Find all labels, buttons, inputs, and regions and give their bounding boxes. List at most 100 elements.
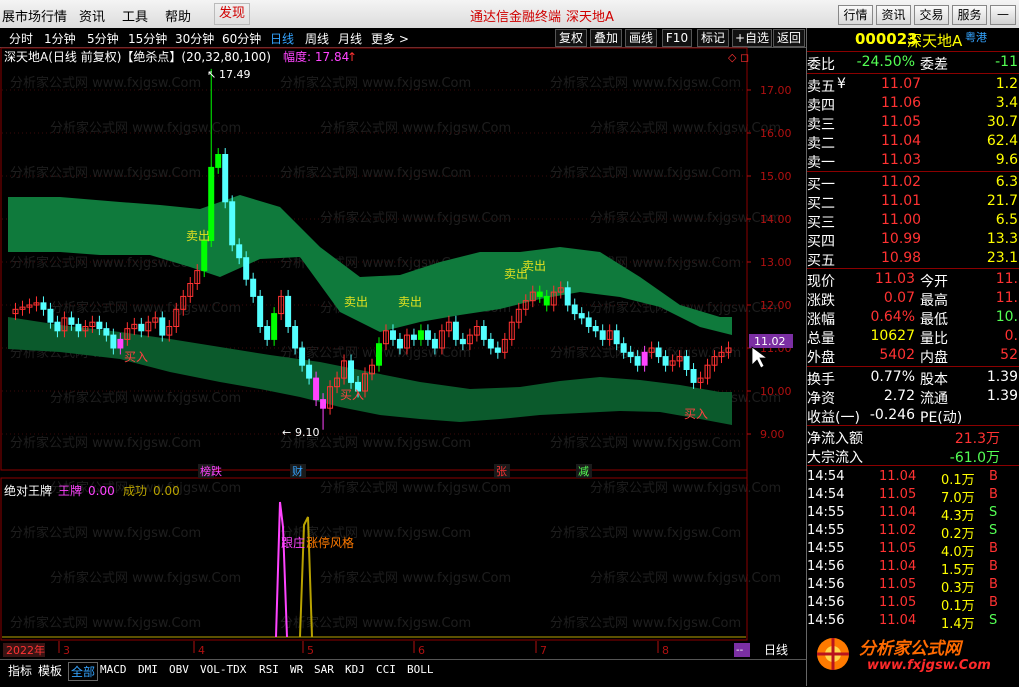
adjust-button[interactable]: 复权 [555, 29, 587, 47]
stat-row: 涨跌 0.07 最高 11. [807, 289, 1019, 309]
ask-row: 卖四 11.06 3.4 [807, 94, 1019, 114]
date-tick-label: 8 [662, 644, 669, 657]
stat-value-2: 52 [1000, 347, 1018, 363]
indicator-tab[interactable]: DMI [138, 663, 158, 676]
candle-body [68, 317, 75, 325]
period-5min[interactable]: 5分钟 [87, 30, 119, 47]
stat-value-2: 11. [995, 271, 1018, 287]
indicator-tab[interactable]: VOL-TDX [200, 663, 246, 676]
candle-body [375, 343, 382, 366]
tick-side: B [989, 595, 998, 610]
info-button[interactable]: 资讯 [876, 5, 911, 25]
market-badge[interactable]: 粤港 [965, 29, 987, 45]
candle-body [585, 317, 592, 327]
candle-body [641, 351, 648, 366]
price-tick-label: 16.00 [760, 127, 792, 140]
candle-body [75, 323, 82, 332]
order-ratio-row: 委比 -24.50% 委差 -11 [807, 53, 1019, 73]
period-weekly[interactable]: 周线 [305, 30, 329, 47]
period-1min[interactable]: 1分钟 [44, 30, 76, 47]
indicator-field-value-2: 0.00 [153, 484, 180, 498]
back-button[interactable]: 返回 [773, 29, 805, 47]
candle-body [257, 295, 264, 327]
period-more[interactable]: 更多 > [371, 30, 409, 47]
indicator-tabs-bar: 指标 模板 全部 MACD DMI OBV VOL-TDX RSI WR SAR KDJ CCI… [0, 659, 806, 687]
chart-corner-icon[interactable]: ◇ ◻ [728, 51, 749, 64]
watermark-text: 分析家公式网 www.fxjgsw.Com [590, 120, 781, 136]
minimize-icon[interactable]: — [990, 5, 1016, 25]
kline-chart[interactable]: 分析家公式网 www.fxjgsw.Com 分析家公式网 www.fxjgsw.C… [0, 47, 806, 659]
ask-volume: 62.4 [986, 133, 1018, 149]
tab-templates[interactable]: 模板 [38, 662, 62, 679]
period-15min[interactable]: 15分钟 [128, 30, 167, 47]
candle-body [536, 291, 543, 297]
candle-body [306, 364, 313, 379]
indicator-tab[interactable]: OBV [169, 663, 189, 676]
stock-header: 000023 深天地A 粤港 [807, 29, 1019, 51]
menu-market[interactable]: 展市场行情 [2, 6, 67, 25]
tick-time: 14:54 [807, 469, 845, 484]
price-tick-label: 13.00 [760, 256, 792, 269]
tab-all[interactable]: 全部 [68, 662, 99, 681]
indicator-title: 绝对王牌 [4, 483, 52, 498]
menu-news[interactable]: 资讯 [79, 6, 105, 25]
stat-label: 换手 [807, 372, 835, 388]
draw-button[interactable]: 画线 [625, 29, 657, 47]
candle-body [96, 321, 103, 330]
stat-value: 5402 [879, 347, 915, 363]
period-daily[interactable]: 日线 [270, 30, 294, 47]
menu-help[interactable]: 帮助 [165, 6, 191, 25]
overlay-button[interactable]: 叠加 [590, 29, 622, 47]
indicator-tab[interactable]: WR [290, 663, 303, 676]
trade-button[interactable]: 交易 [914, 5, 949, 25]
stat-label-2: PE(动) [920, 410, 963, 426]
stat-value: 2.72 [883, 388, 915, 404]
logo-text: 分析家公式网 [859, 639, 961, 659]
stat-row: 总量 10627 量比 0. [807, 327, 1019, 347]
watermark-text: 分析家公式网 www.fxjgsw.Com [10, 75, 201, 91]
indicator-tab[interactable]: MACD [100, 663, 127, 676]
date-nav-icon: -- [736, 645, 744, 656]
indicator-tab[interactable]: CCI [376, 663, 396, 676]
f10-button[interactable]: F10 [662, 29, 692, 47]
candle-body [543, 295, 550, 306]
ask-row: 卖五 ¥11.07 1.2 [807, 75, 1019, 95]
period-30min[interactable]: 30分钟 [175, 30, 214, 47]
menu-tools[interactable]: 工具 [122, 6, 148, 25]
price-tick-label: 14.00 [760, 213, 792, 226]
ask-label: 卖四 [807, 98, 835, 114]
indicator-tab[interactable]: KDJ [345, 663, 365, 676]
candle-body [117, 338, 124, 349]
ask-price: 11.07 [881, 76, 922, 92]
event-marker-label: 财 [292, 464, 303, 478]
candle-body [389, 330, 396, 340]
menu-discover[interactable]: 发现 [214, 3, 251, 25]
indicator-tab[interactable]: RSI [259, 663, 279, 676]
stat-value: 0.77% [870, 369, 915, 385]
tick-row: 14:55 11.02 0.2万 S [807, 522, 1019, 542]
date-tick-label: 6 [418, 644, 425, 657]
tab-indicators[interactable]: 指标 [8, 662, 32, 679]
date-tick-label: 4 [198, 644, 205, 657]
logo-url: www.fxjgsw.Com [867, 658, 991, 673]
candle-body [683, 356, 690, 371]
flow-row: 大宗流入 -61.0万 [807, 446, 1019, 466]
service-button[interactable]: 服务 [952, 5, 987, 25]
indicator-tab[interactable]: SAR [314, 663, 334, 676]
price-tick-label: 17.00 [760, 84, 792, 97]
date-tick-label: 5 [307, 644, 314, 657]
period-monthly[interactable]: 月线 [338, 30, 362, 47]
tick-row: 14:56 11.04 1.5万 B [807, 558, 1019, 578]
stat-label-2: 内盘 [920, 350, 948, 366]
mark-button[interactable]: 标记 [697, 29, 729, 47]
period-timeshare[interactable]: 分时 [9, 30, 33, 47]
candle-body [54, 321, 61, 332]
indicator-tab[interactable]: BOLL [407, 663, 434, 676]
add-watchlist-button[interactable]: +自选 [732, 29, 772, 47]
quote-button[interactable]: 行情 [838, 5, 873, 25]
tick-side: S [989, 505, 998, 520]
period-60min[interactable]: 60分钟 [222, 30, 261, 47]
candle-body [396, 338, 403, 349]
stat-label-2: 最低 [920, 312, 948, 328]
event-marker-label: 减 [578, 465, 589, 478]
